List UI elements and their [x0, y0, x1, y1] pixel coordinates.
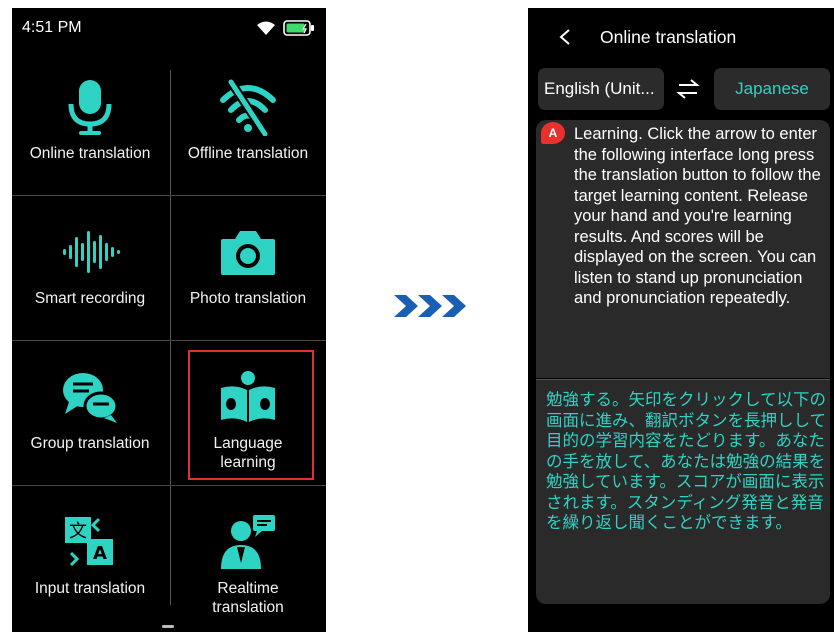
- tile-label: Input translation: [34, 580, 146, 597]
- source-text-card[interactable]: A Learning. Click the arrow to enter the…: [536, 120, 830, 378]
- tile-label: Online translation: [29, 145, 151, 162]
- online-translation-screen: Online translation English (Unit... Japa…: [528, 8, 834, 632]
- wifi-icon: [257, 21, 275, 35]
- source-language-button[interactable]: English (Unit...: [538, 68, 664, 110]
- selection-highlight: [188, 350, 314, 480]
- tile-label: Realtime translation: [212, 580, 284, 616]
- presenter-icon: [221, 515, 275, 569]
- tile-label: Smart recording: [34, 290, 146, 307]
- source-text: Learning. Click the arrow to enter the f…: [574, 125, 821, 307]
- translated-text: 勉強する。矢印をクリックして以下の画面に進み、翻訳ボタンを長押しして目的の学習内…: [546, 391, 827, 532]
- tile-label: Group translation: [30, 435, 150, 452]
- grid-divider: [12, 195, 326, 196]
- home-screen: 4:51 PM Online translation Offline trans…: [12, 8, 326, 632]
- tile-online-translation[interactable]: Online translation: [12, 78, 168, 163]
- camera-icon: [221, 231, 275, 275]
- tile-offline-translation[interactable]: Offline translation: [170, 78, 326, 163]
- screen-header: Online translation: [528, 8, 834, 63]
- tile-label: Offline translation: [187, 145, 309, 162]
- tile-label: Photo translation: [189, 290, 307, 307]
- page-title: Online translation: [600, 27, 737, 47]
- tile-input-translation[interactable]: 文 A Input translation: [12, 513, 168, 598]
- back-icon[interactable]: [558, 28, 572, 46]
- status-bar: 4:51 PM: [12, 8, 326, 48]
- feature-grid: Online translation Offline translation S…: [12, 70, 326, 625]
- sound-wave-icon: [63, 231, 120, 273]
- grid-divider: [12, 485, 326, 486]
- tile-smart-recording[interactable]: Smart recording: [12, 223, 168, 308]
- tile-photo-translation[interactable]: Photo translation: [170, 223, 326, 308]
- svg-text:A: A: [93, 543, 107, 564]
- status-time: 4:51 PM: [22, 19, 82, 36]
- tile-realtime-translation[interactable]: Realtime translation: [170, 513, 326, 617]
- battery-icon: [283, 20, 314, 36]
- chat-bubbles-icon: [63, 373, 119, 423]
- home-indicator[interactable]: [162, 625, 174, 628]
- no-signal-icon: [220, 79, 276, 136]
- microphone-icon: [68, 80, 112, 135]
- speaker-a-badge: A: [541, 122, 565, 144]
- next-step-arrow-icon: [394, 295, 466, 317]
- tile-group-translation[interactable]: Group translation: [12, 368, 168, 453]
- translate-icon: 文 A: [65, 517, 113, 567]
- grid-divider: [12, 340, 326, 341]
- language-bar: English (Unit... Japanese: [528, 68, 834, 116]
- target-language-button[interactable]: Japanese: [714, 68, 830, 110]
- swap-languages-icon[interactable]: [676, 78, 700, 100]
- translated-text-card[interactable]: 勉強する。矢印をクリックして以下の画面に進み、翻訳ボタンを長押しして目的の学習内…: [536, 380, 830, 604]
- svg-text:文: 文: [69, 521, 87, 542]
